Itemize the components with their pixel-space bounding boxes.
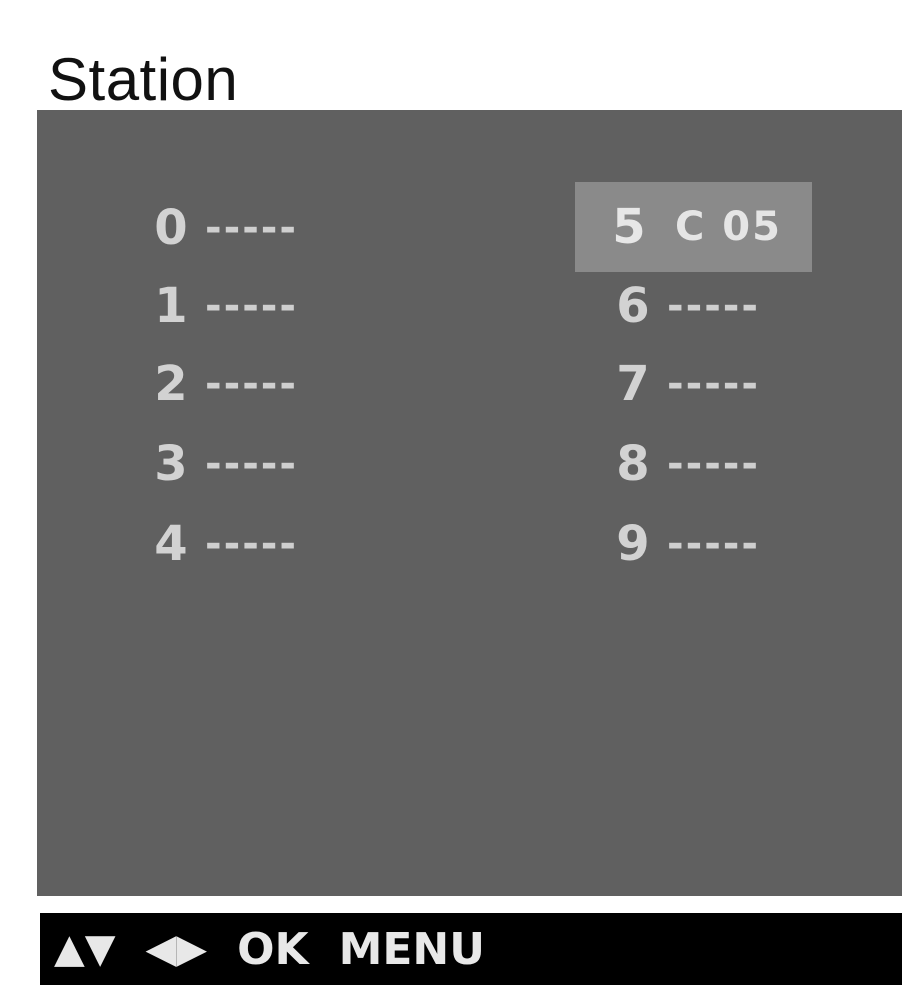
station-item-3[interactable]: 3 -----	[149, 434, 298, 494]
station-name: -----	[205, 441, 299, 487]
station-name: -----	[205, 283, 299, 329]
station-item-8[interactable]: 8 -----	[611, 434, 760, 494]
station-name: -----	[667, 521, 761, 567]
station-item-1[interactable]: 1 -----	[149, 276, 298, 336]
navigation-hint-bar: ▲▼ ◀▶ OK MENU	[40, 913, 902, 985]
station-number: 5	[612, 199, 646, 255]
station-name: -----	[205, 521, 299, 567]
station-name: -----	[205, 205, 299, 251]
station-number: 4	[154, 516, 188, 572]
station-number: 0	[154, 200, 188, 256]
station-number: 8	[616, 436, 650, 492]
station-number: 7	[616, 356, 650, 412]
leftright-glyph: ◀▶	[145, 926, 208, 972]
station-item-7[interactable]: 7 -----	[611, 354, 760, 414]
station-item-9[interactable]: 9 -----	[611, 514, 760, 574]
station-name: C 05	[675, 204, 782, 250]
station-list-panel: 0 ----- 1 ----- 2 ----- 3 ----- 4 ----- …	[37, 110, 902, 896]
station-item-6[interactable]: 6 -----	[611, 276, 760, 336]
station-number: 1	[154, 278, 188, 334]
updown-glyph: ▲▼	[54, 926, 116, 972]
updown-arrows-icon: ▲▼	[54, 929, 116, 969]
menu-hint: MENU	[338, 923, 485, 975]
station-number: 6	[616, 278, 650, 334]
station-name: -----	[667, 361, 761, 407]
station-number: 2	[154, 356, 188, 412]
page-title: Station	[48, 46, 239, 113]
station-number: 9	[616, 516, 650, 572]
station-name: -----	[667, 283, 761, 329]
station-item-2[interactable]: 2 -----	[149, 354, 298, 414]
ok-hint: OK	[237, 923, 309, 975]
station-name: -----	[205, 361, 299, 407]
station-number: 3	[154, 436, 188, 492]
station-item-5[interactable]: 5 C 05	[575, 182, 812, 272]
station-item-0[interactable]: 0 -----	[149, 198, 298, 258]
leftright-arrows-icon: ◀▶	[146, 929, 208, 969]
station-name: -----	[667, 441, 761, 487]
station-item-4[interactable]: 4 -----	[149, 514, 298, 574]
